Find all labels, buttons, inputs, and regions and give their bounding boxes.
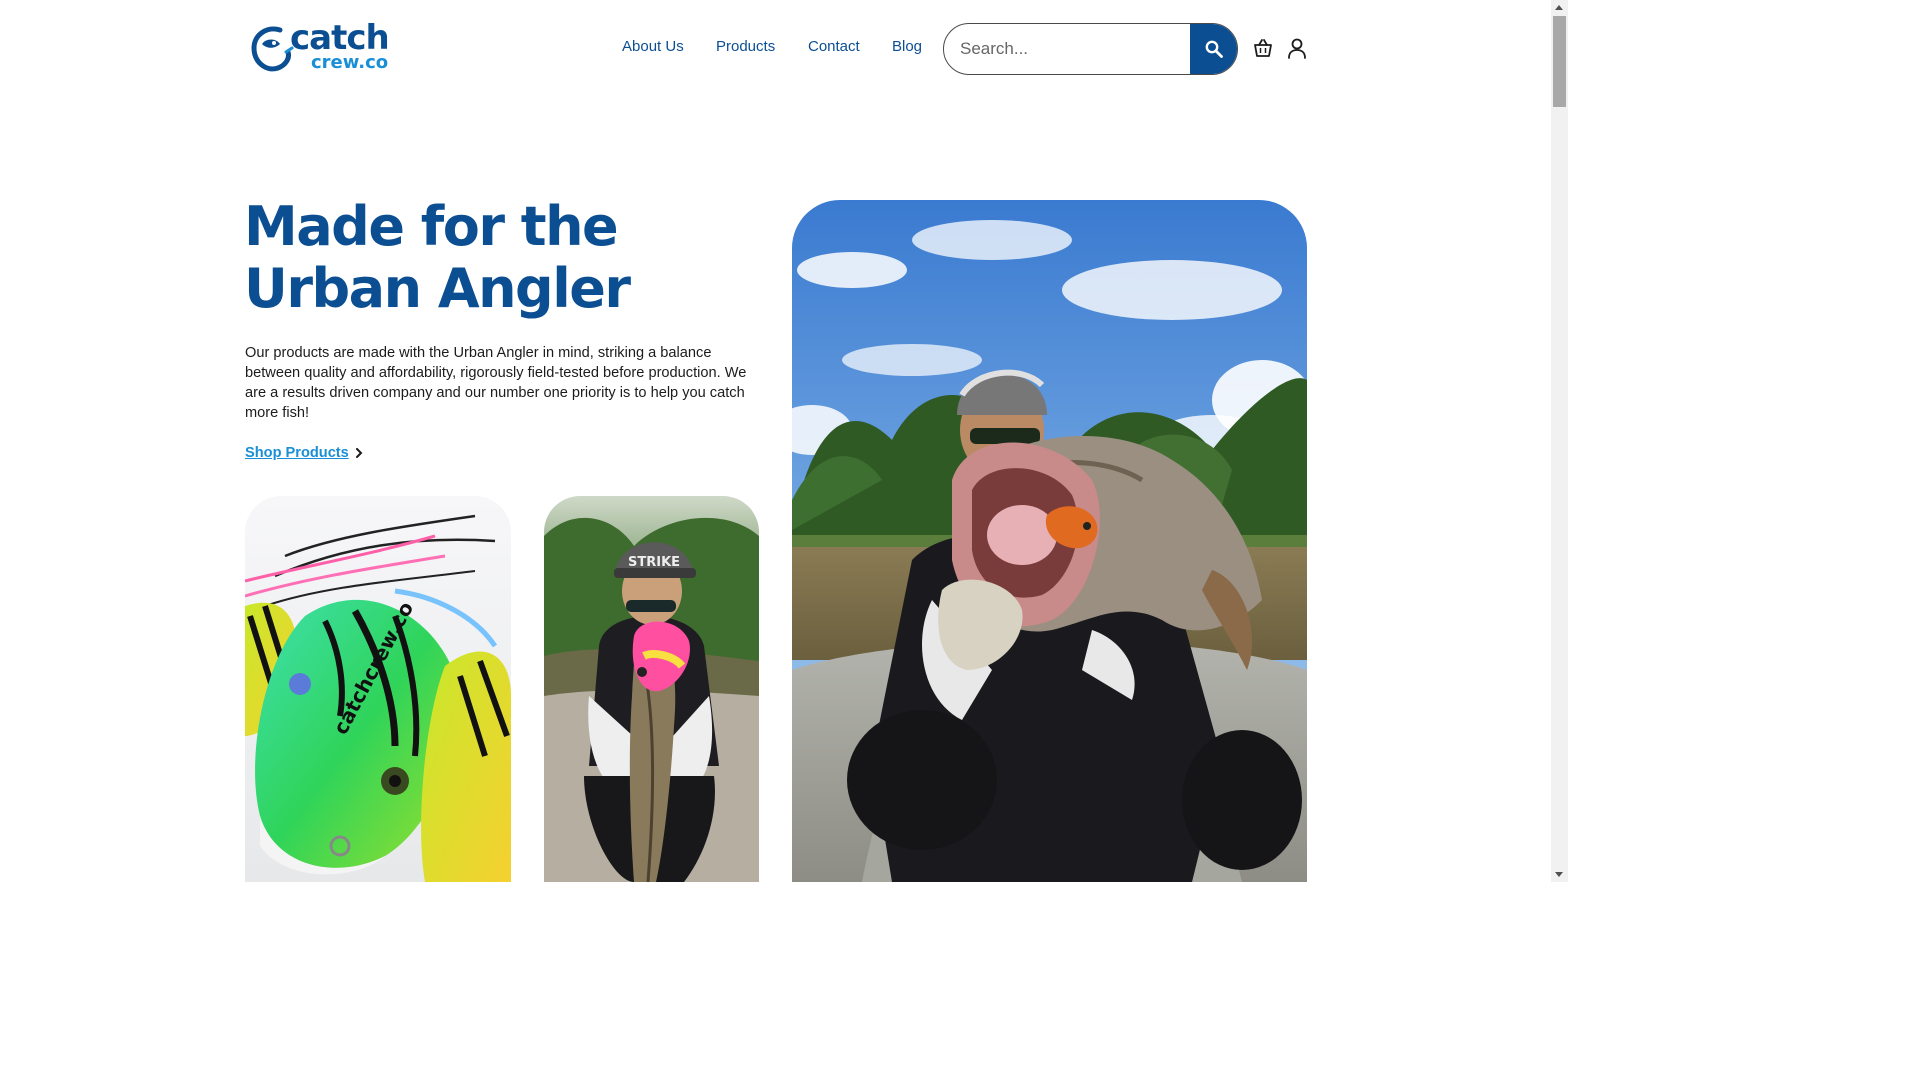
account-button[interactable] xyxy=(1286,37,1308,59)
logo-text-secondary: crew.co xyxy=(311,52,389,73)
nav-contact[interactable]: Contact xyxy=(808,38,860,55)
search-input[interactable] xyxy=(944,24,1194,74)
svg-text:STRIKE: STRIKE xyxy=(628,555,680,570)
nav-blog[interactable]: Blog xyxy=(892,38,922,55)
site-logo[interactable]: catch crew.co xyxy=(250,18,395,76)
lures-photo: catchcrew.co xyxy=(245,496,511,882)
angler-snakehead-photo: STRIKE xyxy=(544,496,759,882)
hero-title: Made for the Urban Angler xyxy=(244,195,631,320)
cart-button[interactable] xyxy=(1252,37,1274,59)
user-icon xyxy=(1288,38,1306,59)
hero-description: Our products are made with the Urban Ang… xyxy=(245,345,747,421)
scroll-up-arrow-icon[interactable] xyxy=(1555,5,1563,10)
basket-icon xyxy=(1254,39,1272,57)
angler-boat-photo xyxy=(792,200,1307,882)
shop-products-link[interactable]: Shop Products xyxy=(245,445,363,461)
scroll-down-arrow-icon[interactable] xyxy=(1555,872,1563,877)
search-bar xyxy=(943,23,1238,75)
fish-hook-logo-icon xyxy=(251,26,294,72)
scrollbar-thumb[interactable] xyxy=(1553,16,1566,107)
nav-about-us[interactable]: About Us xyxy=(622,38,684,55)
chevron-right-icon xyxy=(355,448,363,458)
search-icon xyxy=(1205,40,1223,58)
search-button[interactable] xyxy=(1190,24,1237,74)
nav-products[interactable]: Products xyxy=(716,38,775,55)
page-scrollbar[interactable] xyxy=(1551,0,1568,882)
shop-products-label: Shop Products xyxy=(245,445,349,461)
